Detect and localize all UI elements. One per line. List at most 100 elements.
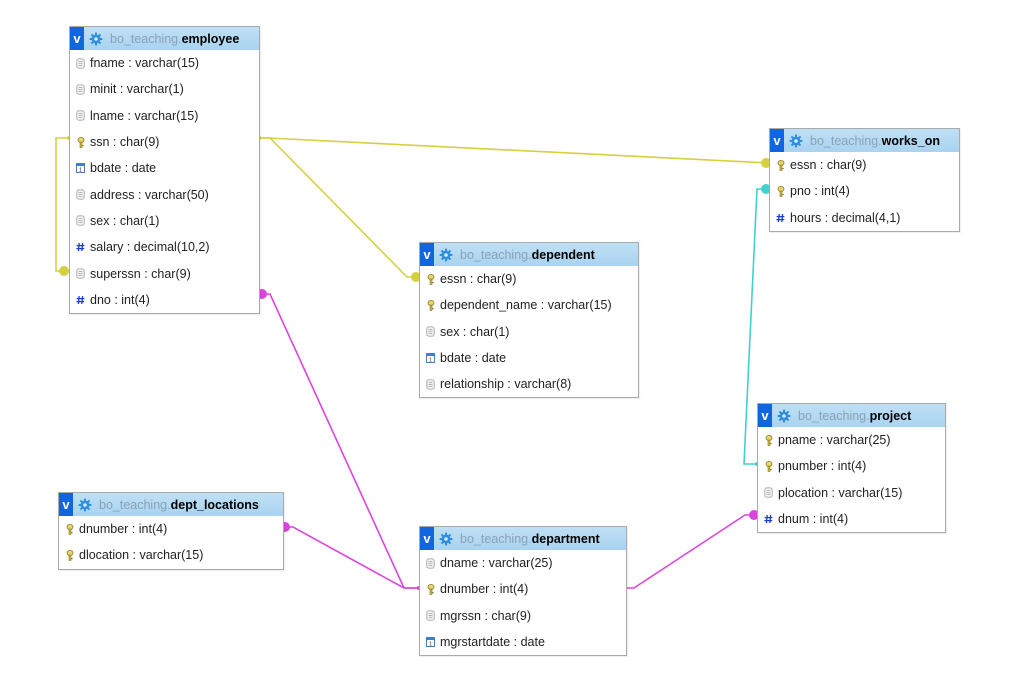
toggle-columns-button[interactable]: v [420,527,434,550]
numeric-column-icon [76,242,85,253]
column-row[interactable]: dno : int(4) [70,287,259,313]
gear-icon[interactable] [788,133,804,149]
column-label: pname : varchar(25) [778,433,891,448]
table-title: bo_teaching.project [796,409,911,423]
column-row[interactable]: pnumber : int(4) [758,453,945,479]
svg-text:1: 1 [79,168,82,173]
primary-key-icon [76,136,85,148]
text-column-icon [76,215,85,227]
column-row[interactable]: essn : char(9) [770,152,959,178]
toggle-columns-button[interactable]: v [59,493,73,516]
table-header[interactable]: v bo_teaching.project [758,404,945,427]
table-dependent[interactable]: v bo_teaching.dependent essn : char(9) depe… [419,242,639,399]
column-label: pnumber : int(4) [778,459,867,474]
table-project[interactable]: v bo_teaching.projectpname : varchar(25) p… [757,403,946,534]
primary-key-icon [776,159,785,171]
table-name: department [531,531,600,546]
table-name: dependent [531,247,595,262]
text-column-icon [764,487,773,498]
table-department[interactable]: v bo_teaching.departmentdname : varchar(2… [419,526,627,657]
text-column-icon [76,268,85,279]
column-row[interactable]: sex : char(1) [70,208,259,234]
svg-text:1: 1 [429,642,432,647]
relation-workson-essn-line [259,137,770,164]
column-row[interactable]: sex : char(1) [420,319,638,345]
column-label: lname : varchar(15) [90,108,199,123]
table-name: project [869,408,912,423]
column-row[interactable]: ssn : char(9) [70,129,259,155]
table-employee[interactable]: v bo_teaching.employee fname : varchar(15)… [69,26,260,314]
toggle-columns-button[interactable]: v [70,27,84,50]
toggle-columns-button[interactable]: v [758,404,772,427]
column-row[interactable]: 1 bdate : date [70,155,259,181]
column-row[interactable]: minit : varchar(1) [70,76,259,102]
gear-icon[interactable] [438,247,454,263]
text-column-icon [426,610,435,621]
column-row[interactable]: address : varchar(50) [70,181,259,207]
date-column-icon: 1 [426,637,435,648]
column-label: sex : char(1) [440,324,510,339]
toggle-columns-button[interactable]: v [420,243,434,266]
column-row[interactable]: pno : int(4) [770,178,959,204]
column-label: pno : int(4) [790,184,850,199]
schema-name: bo_teaching [460,531,529,546]
column-label: dependent_name : varchar(15) [440,298,612,313]
numeric-column-icon [76,294,85,305]
column-label: address : varchar(50) [90,187,209,202]
column-row[interactable]: dnum : int(4) [758,506,945,532]
column-row[interactable]: salary : decimal(10,2) [70,234,259,260]
schema-name: bo_teaching [798,408,867,423]
column-label: essn : char(9) [790,158,867,173]
column-label: dnumber : int(4) [440,582,529,597]
column-row[interactable]: dname : varchar(25) [420,550,626,576]
column-row[interactable]: dlocation : varchar(15) [59,542,283,568]
relation-project-dnum-line [625,514,757,589]
column-row[interactable]: hours : decimal(4,1) [770,205,959,231]
svg-text:1: 1 [429,358,432,363]
column-row[interactable]: lname : varchar(15) [70,103,259,129]
gear-icon[interactable] [776,408,792,424]
relation-superssn-ssn-fk-endpoint [59,266,69,276]
column-row[interactable]: essn : char(9) [420,266,638,292]
column-row[interactable]: 1 mgrstartdate : date [420,629,626,655]
text-column-icon [426,326,435,337]
column-label: bdate : date [440,351,507,366]
column-row[interactable]: relationship : varchar(8) [420,371,638,397]
column-label: dlocation : varchar(15) [79,548,204,563]
column-label: mgrstartdate : date [440,635,545,650]
column-label: dnum : int(4) [778,512,849,527]
column-row[interactable]: pname : varchar(25) [758,427,945,453]
text-column-icon [76,110,85,121]
column-row[interactable]: dnumber : int(4) [59,516,283,542]
table-title: bo_teaching.department [458,532,600,546]
gear-icon[interactable] [77,497,93,513]
primary-key-icon [426,583,435,595]
column-label: ssn : char(9) [90,135,160,150]
table-name: works_on [881,133,940,148]
column-label: minit : varchar(1) [90,82,184,97]
table-header[interactable]: v bo_teaching.dept_locations [59,493,283,516]
schema-name: bo_teaching [110,31,179,46]
gear-icon[interactable] [88,31,104,47]
table-header[interactable]: v bo_teaching.works_on [770,129,959,152]
schema-name: bo_teaching [99,497,168,512]
table-title: bo_teaching.dept_locations [97,498,259,512]
table-title: bo_teaching.works_on [808,134,940,148]
table-dept-locations[interactable]: v bo_teaching.dept_locationsdnumber : int… [58,492,284,570]
primary-key-icon [65,549,74,561]
column-row[interactable]: 1 bdate : date [420,345,638,371]
column-row[interactable]: fname : varchar(15) [70,50,259,76]
gear-icon[interactable] [438,531,454,547]
table-header[interactable]: v bo_teaching.employee [70,27,259,50]
toggle-columns-button[interactable]: v [770,129,784,152]
column-label: sex : char(1) [90,213,160,228]
column-row[interactable]: dependent_name : varchar(15) [420,292,638,318]
column-row[interactable]: dnumber : int(4) [420,576,626,602]
column-row[interactable]: plocation : varchar(15) [758,480,945,506]
column-row[interactable]: mgrssn : char(9) [420,603,626,629]
table-works-on[interactable]: v bo_teaching.works_onessn : char(9) pno :… [769,128,960,232]
column-label: fname : varchar(15) [90,56,200,71]
column-row[interactable]: superssn : char(9) [70,260,259,286]
table-header[interactable]: v bo_teaching.dependent [420,243,638,266]
table-header[interactable]: v bo_teaching.department [420,527,626,550]
